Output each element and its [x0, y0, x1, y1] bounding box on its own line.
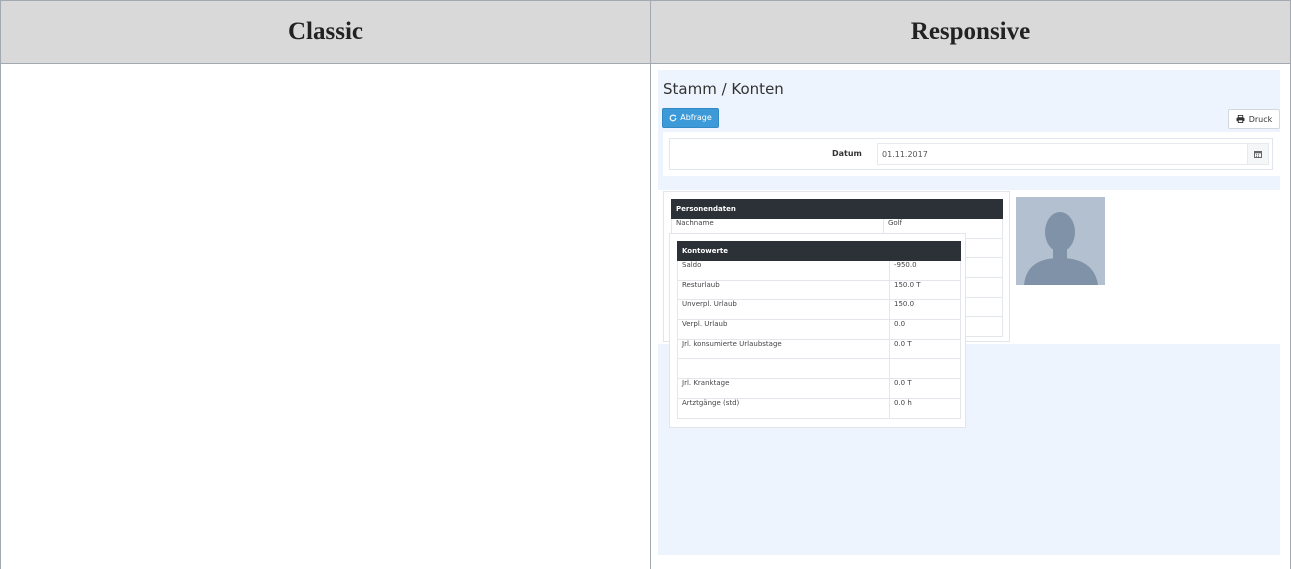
table-row: Jrl. Kranktage 0.0 T — [677, 378, 961, 399]
table-row: Jrl. konsumierte Urlaubstage 0.0 T — [677, 338, 961, 360]
page-title: Stamm / Konten — [663, 80, 784, 98]
responsive-column-cell: Stamm / Konten Abfrage Druck Datum 01.11… — [650, 63, 1291, 569]
row-key: Jrl. Kranktage — [677, 378, 890, 399]
abfrage-button[interactable]: Abfrage — [662, 108, 719, 128]
table-row: Resturlaub 150.0 T — [677, 279, 961, 301]
druck-button[interactable]: Druck — [1228, 109, 1280, 129]
calendar-button[interactable] — [1247, 143, 1269, 165]
table-row: Verpl. Urlaub 0.0 — [677, 319, 961, 340]
row-value: 150.0 — [889, 299, 961, 321]
kontowerte-card: Kontowerte Saldo -950.0 Resturlaub 150.0 T… — [669, 233, 966, 428]
row-key: Jrl. konsumierte Urlaubstage — [677, 338, 890, 360]
row-value: 150.0 T — [889, 279, 961, 301]
app-screenshot: Stamm / Konten Abfrage Druck Datum 01.11… — [658, 70, 1280, 555]
kontowerte-header: Kontowerte — [677, 241, 961, 261]
row-key — [677, 358, 890, 380]
date-filter-panel: Datum 01.11.2017 — [663, 132, 1280, 176]
datum-input[interactable]: 01.11.2017 — [877, 143, 1247, 165]
druck-label: Druck — [1248, 114, 1273, 124]
personendaten-header: Personendaten — [671, 199, 1003, 219]
row-key: Saldo — [677, 260, 890, 281]
avatar — [1016, 197, 1105, 285]
classic-column-header: Classic — [0, 0, 651, 64]
row-key: Artztgänge (std) — [677, 397, 890, 419]
table-row: Artztgänge (std) 0.0 h — [677, 397, 961, 419]
responsive-column-header: Responsive — [650, 0, 1291, 64]
row-value: 0.0 — [889, 319, 961, 340]
row-value: -950.0 — [889, 260, 961, 281]
row-value: 0.0 T — [889, 338, 961, 360]
row-value: 0.0 h — [889, 397, 961, 419]
abfrage-label: Abfrage — [680, 113, 712, 122]
refresh-icon — [669, 114, 677, 122]
comparison-table: Classic Responsive Stamm / Konten Abfrag… — [0, 0, 1291, 569]
datum-label: Datum — [832, 149, 862, 158]
row-key: Unverpl. Urlaub — [677, 299, 890, 321]
row-key: Verpl. Urlaub — [677, 319, 890, 340]
kontowerte-table: Kontowerte Saldo -950.0 Resturlaub 150.0 T… — [677, 241, 961, 419]
printer-icon — [1236, 115, 1245, 123]
table-row: Saldo -950.0 — [677, 260, 961, 281]
classic-column-cell — [0, 63, 651, 569]
table-row: Unverpl. Urlaub 150.0 — [677, 299, 961, 321]
date-filter-row: Datum 01.11.2017 — [669, 138, 1273, 170]
calendar-icon — [1254, 151, 1262, 158]
table-row — [677, 358, 961, 380]
row-value — [889, 358, 961, 380]
row-key: Resturlaub — [677, 279, 890, 301]
person-silhouette-icon — [1016, 197, 1105, 285]
row-value: 0.0 T — [889, 378, 961, 399]
